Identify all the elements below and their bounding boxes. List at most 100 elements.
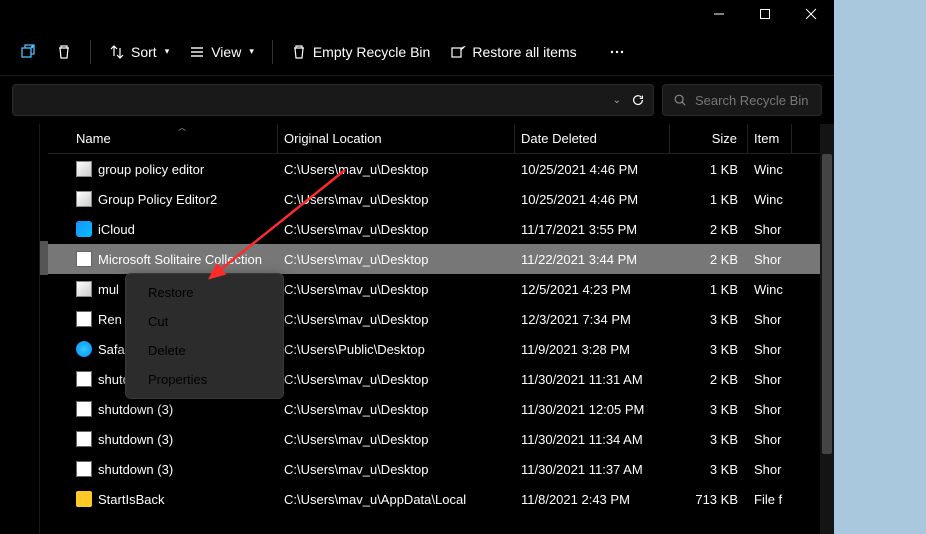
table-row[interactable]: Microsoft Solitaire CollectionC:\Users\m… (48, 244, 834, 274)
file-icon (76, 491, 92, 507)
cell-size: 3 KB (670, 462, 748, 477)
cell-date: 11/30/2021 11:31 AM (515, 372, 670, 387)
sort-indicator-icon: ︿ (178, 124, 186, 133)
empty-label: Empty Recycle Bin (313, 44, 430, 60)
cell-date: 11/9/2021 3:28 PM (515, 342, 670, 357)
cell-item: Winc (748, 282, 792, 297)
file-name: shutdown (3) (98, 402, 173, 417)
cell-date: 12/3/2021 7:34 PM (515, 312, 670, 327)
cell-location: C:\Users\mav_u\Desktop (278, 402, 515, 417)
cell-location: C:\Users\mav_u\Desktop (278, 462, 515, 477)
file-name: shutdown (3) (98, 462, 173, 477)
cell-size: 3 KB (670, 402, 748, 417)
cell-size: 2 KB (670, 222, 748, 237)
cell-size: 2 KB (670, 372, 748, 387)
table-row[interactable]: iCloudC:\Users\mav_u\Desktop11/17/2021 3… (48, 214, 834, 244)
file-icon (76, 311, 92, 327)
search-field[interactable]: Search Recycle Bin (662, 84, 822, 116)
cell-item: Shor (748, 342, 792, 357)
menu-item-properties[interactable]: Properties (130, 365, 279, 394)
column-header-item[interactable]: Item (748, 124, 792, 153)
share-button[interactable] (12, 38, 44, 66)
file-icon (76, 341, 92, 357)
table-row[interactable]: group policy editor C:\Users\mav_u\Deskto… (48, 154, 834, 184)
file-name: group policy editor (98, 162, 204, 177)
address-field[interactable]: ⌄ (12, 84, 654, 116)
cell-size: 3 KB (670, 342, 748, 357)
cell-date: 11/8/2021 2:43 PM (515, 492, 670, 507)
more-button[interactable] (601, 38, 633, 66)
column-header-date[interactable]: Date Deleted (515, 124, 670, 153)
cell-location: C:\Users\mav_u\Desktop (278, 222, 515, 237)
close-button[interactable] (788, 0, 834, 28)
cell-item: Shor (748, 372, 792, 387)
toolbar: Sort ▾ View ▾ Empty Recycle Bin Restore … (0, 28, 834, 76)
cell-name: iCloud (70, 221, 278, 237)
cell-name: shutdown (3) (70, 401, 278, 417)
file-name: Ren (98, 312, 122, 327)
table-row[interactable]: shutdown (3)C:\Users\mav_u\Desktop11/30/… (48, 424, 834, 454)
sort-button[interactable]: Sort ▾ (101, 38, 177, 66)
file-icon (76, 221, 92, 237)
cell-location: C:\Users\mav_u\Desktop (278, 432, 515, 447)
minimize-button[interactable] (696, 0, 742, 28)
scrollbar-thumb[interactable] (40, 241, 48, 275)
titlebar (0, 0, 834, 28)
maximize-button[interactable] (742, 0, 788, 28)
trash-icon (56, 44, 72, 60)
cell-location: C:\Users\Public\Desktop (278, 342, 515, 357)
menu-item-restore[interactable]: Restore (130, 278, 279, 307)
column-header-location[interactable]: Original Location (278, 124, 515, 153)
column-header-size[interactable]: Size (670, 124, 748, 153)
cell-item: File f (748, 492, 792, 507)
file-icon (76, 371, 92, 387)
cell-name: StartIsBack (70, 491, 278, 507)
separator (272, 40, 273, 64)
restore-all-button[interactable]: Restore all items (442, 38, 584, 66)
cell-location: C:\Users\mav_u\Desktop (278, 372, 515, 387)
table-row[interactable]: Group Policy Editor2 C:\Users\mav_u\Deskt… (48, 184, 834, 214)
scrollbar-thumb[interactable] (822, 154, 832, 454)
file-name: shutdown (3) (98, 432, 173, 447)
search-placeholder: Search Recycle Bin (695, 93, 808, 108)
vertical-scrollbar[interactable] (820, 124, 834, 534)
file-name: Safa (98, 342, 125, 357)
cell-name: Group Policy Editor2 (70, 191, 278, 207)
cell-name: group policy editor (70, 161, 278, 177)
table-row[interactable]: StartIsBackC:\Users\mav_u\AppData\Local1… (48, 484, 834, 514)
table-row[interactable]: shutdown (3)C:\Users\mav_u\Desktop11/30/… (48, 454, 834, 484)
cell-item: Winc (748, 192, 792, 207)
address-bar: ⌄ Search Recycle Bin (0, 76, 834, 124)
sidebar (0, 124, 40, 534)
menu-item-cut[interactable]: Cut (130, 307, 279, 336)
restore-all-label: Restore all items (472, 44, 576, 60)
chevron-down-icon: ▾ (249, 46, 254, 57)
cell-location: C:\Users\mav_u\AppData\Local (278, 492, 515, 507)
view-button[interactable]: View ▾ (181, 38, 262, 66)
file-icon (76, 251, 92, 267)
explorer-window: Sort ▾ View ▾ Empty Recycle Bin Restore … (0, 0, 834, 534)
cell-size: 1 KB (670, 162, 748, 177)
column-header-name[interactable]: Name (70, 124, 278, 153)
file-name: Microsoft Solitaire Collection (98, 252, 262, 267)
cell-date: 12/5/2021 4:23 PM (515, 282, 670, 297)
separator (90, 40, 91, 64)
cell-location: C:\Users\mav_u\Desktop (278, 192, 515, 207)
context-menu: Restore Cut Delete Properties (125, 273, 284, 399)
restore-icon (450, 44, 466, 60)
empty-recycle-bin-button[interactable]: Empty Recycle Bin (283, 38, 438, 66)
view-label: View (211, 44, 241, 60)
cell-location: C:\Users\mav_u\Desktop (278, 162, 515, 177)
refresh-icon[interactable] (631, 93, 645, 107)
file-name: Group Policy Editor2 (98, 192, 217, 207)
maximize-icon (759, 8, 771, 20)
share-icon (20, 44, 36, 60)
delete-button[interactable] (48, 38, 80, 66)
cell-size: 3 KB (670, 432, 748, 447)
cell-item: Shor (748, 432, 792, 447)
menu-item-delete[interactable]: Delete (130, 336, 279, 365)
sidebar-scrollbar[interactable] (40, 124, 48, 534)
file-icon (76, 161, 92, 177)
search-icon (673, 93, 687, 107)
chevron-down-icon[interactable]: ⌄ (613, 95, 621, 106)
